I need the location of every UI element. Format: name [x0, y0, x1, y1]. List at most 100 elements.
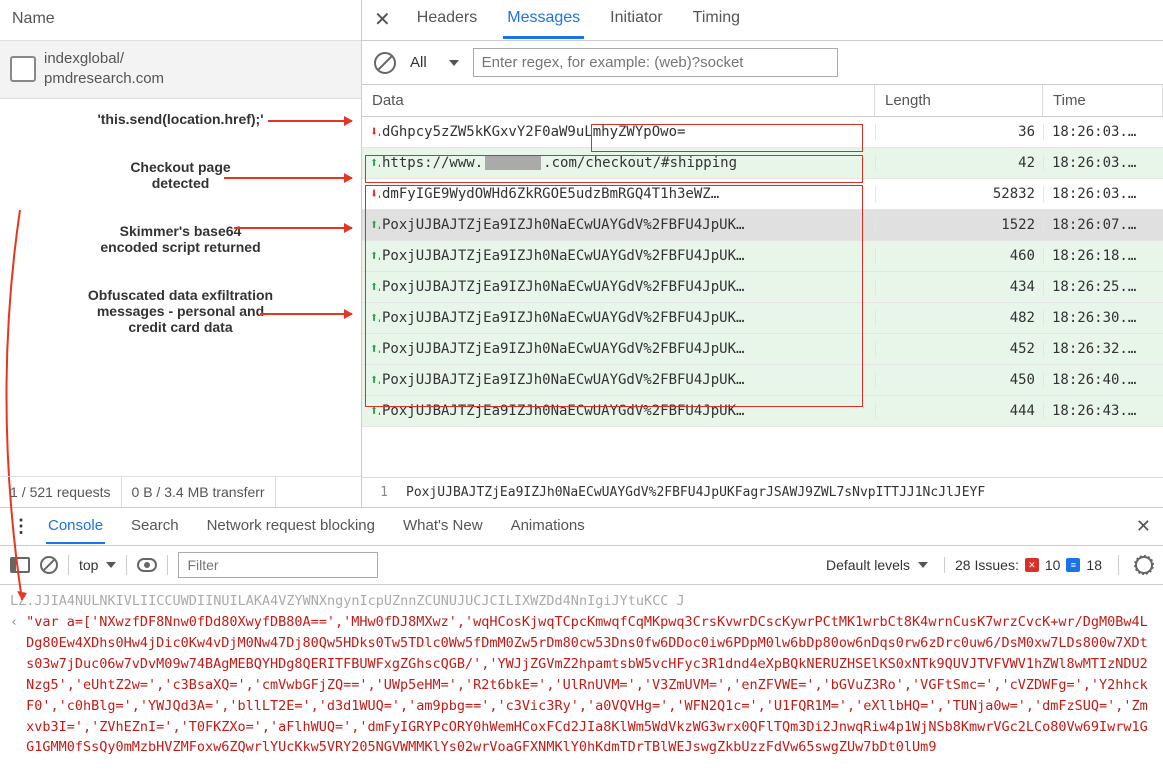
tab-console[interactable]: Console	[46, 517, 105, 544]
message-detail: 1 PoxjUJBAJTZjEa9IZJh0NaECwUAYGdV%2FBFU4…	[362, 477, 1163, 507]
sidebar-toggle-icon[interactable]	[10, 557, 30, 573]
message-time: 18:26:03.…	[1043, 186, 1163, 202]
message-row[interactable]: ⬆https://www..com/checkout/#shipping4218…	[362, 148, 1163, 179]
issues-counter[interactable]: 28 Issues: ✕10 ≡18	[944, 557, 1102, 573]
message-data: https://www..com/checkout/#shipping	[380, 155, 875, 171]
tab-whats-new[interactable]: What's New	[401, 517, 485, 544]
message-length: 460	[875, 248, 1043, 264]
caret-icon: ‹	[10, 612, 18, 758]
annotation-overlay: 'this.send(location.href);' Checkout pag…	[0, 99, 361, 367]
message-time: 18:26:32.…	[1043, 341, 1163, 357]
drawer-close-icon[interactable]: ✕	[1136, 516, 1151, 537]
tab-timing[interactable]: Timing	[689, 9, 744, 39]
message-data: PoxjUJBAJTZjEa9IZJh0NaECwUAYGdV%2FBFU4Jp…	[380, 310, 875, 326]
error-badge-icon: ✕	[1025, 558, 1039, 572]
table-header: Data Length Time	[362, 85, 1163, 117]
arrow-up-icon: ⬆	[362, 217, 380, 233]
kebab-icon[interactable]: ⋮	[12, 516, 28, 537]
message-row[interactable]: ⬆PoxjUJBAJTZjEa9IZJh0NaECwUAYGdV%2FBFU4J…	[362, 241, 1163, 272]
col-data[interactable]: Data	[362, 85, 875, 116]
message-time: 18:26:07.…	[1043, 217, 1163, 233]
chevron-down-icon	[918, 562, 928, 568]
messages-table: Data Length Time ⬇dGhpcy5zZW5kKGxvY2F0aW…	[362, 85, 1163, 477]
console-line-faint: LZ.JJIA4NULNKIVLIICCUWDIINUILAKA4VZYWNXn…	[10, 591, 1153, 612]
gear-icon[interactable]	[1135, 556, 1153, 574]
message-time: 18:26:03.…	[1043, 124, 1163, 140]
message-length: 42	[875, 155, 1043, 171]
message-data: PoxjUJBAJTZjEa9IZJh0NaECwUAYGdV%2FBFU4Jp…	[380, 279, 875, 295]
message-row[interactable]: ⬇dGhpcy5zZW5kKGxvY2F0aW9uLmhyZWYpOwo=361…	[362, 117, 1163, 148]
filter-toolbar: All	[362, 41, 1163, 85]
console-output[interactable]: LZ.JJIA4NULNKIVLIICCUWDIINUILAKA4VZYWNXn…	[0, 585, 1163, 764]
col-time[interactable]: Time	[1043, 85, 1163, 116]
tab-messages[interactable]: Messages	[503, 9, 584, 39]
tab-search[interactable]: Search	[129, 517, 181, 544]
regex-input[interactable]	[473, 48, 838, 77]
message-data: PoxjUJBAJTZjEa9IZJh0NaECwUAYGdV%2FBFU4Jp…	[380, 248, 875, 264]
arrow-up-icon: ⬆	[362, 372, 380, 388]
message-time: 18:26:18.…	[1043, 248, 1163, 264]
message-row[interactable]: ⬆PoxjUJBAJTZjEa9IZJh0NaECwUAYGdV%2FBFU4J…	[362, 334, 1163, 365]
request-label: indexglobal/ pmdresearch.com	[44, 49, 164, 90]
annotation-checkout: Checkout pagedetected	[10, 159, 351, 191]
tab-network-blocking[interactable]: Network request blocking	[205, 517, 377, 544]
live-expression-icon[interactable]	[137, 558, 157, 572]
message-row[interactable]: ⬆PoxjUJBAJTZjEa9IZJh0NaECwUAYGdV%2FBFU4J…	[362, 303, 1163, 334]
log-levels-selector[interactable]: Default levels	[826, 557, 928, 573]
context-selector[interactable]: top	[79, 557, 116, 573]
message-time: 18:26:03.…	[1043, 155, 1163, 171]
request-icon	[10, 56, 36, 82]
message-length: 52832	[875, 186, 1043, 202]
tab-animations[interactable]: Animations	[509, 517, 587, 544]
message-data: PoxjUJBAJTZjEa9IZJh0NaECwUAYGdV%2FBFU4Jp…	[380, 341, 875, 357]
console-code: "var a=['NXwzfDF8Nnw0fDd80XwyfDB80A==','…	[26, 612, 1153, 758]
clear-icon[interactable]	[374, 52, 396, 74]
info-badge-icon: ≡	[1066, 558, 1080, 572]
message-row[interactable]: ⬇dmFyIGE9WydOWHd6ZkRGOE5udzBmRGQ4T1h3eWZ…	[362, 179, 1163, 210]
direction-filter[interactable]: All	[404, 52, 465, 73]
message-row[interactable]: ⬆PoxjUJBAJTZjEa9IZJh0NaECwUAYGdV%2FBFU4J…	[362, 365, 1163, 396]
message-time: 18:26:25.…	[1043, 279, 1163, 295]
tab-initiator[interactable]: Initiator	[606, 9, 666, 39]
table-body: ⬇dGhpcy5zZW5kKGxvY2F0aW9uLmhyZWYpOwo=361…	[362, 117, 1163, 427]
arrow-up-icon: ⬆	[362, 248, 380, 264]
message-row[interactable]: ⬆PoxjUJBAJTZjEa9IZJh0NaECwUAYGdV%2FBFU4J…	[362, 210, 1163, 241]
col-length[interactable]: Length	[875, 85, 1043, 116]
request-count: 1/ 521 requests	[0, 477, 122, 507]
message-length: 36	[875, 124, 1043, 140]
drawer-tabs: ⋮ Console Search Network request blockin…	[0, 508, 1163, 546]
arrow-up-icon: ⬆	[362, 310, 380, 326]
console-toolbar: top Default levels 28 Issues: ✕10 ≡18	[0, 546, 1163, 585]
annotation-send-href: 'this.send(location.href);'	[10, 111, 351, 127]
message-data: dGhpcy5zZW5kKGxvY2F0aW9uLmhyZWYpOwo=	[380, 124, 875, 140]
clear-console-icon[interactable]	[40, 556, 58, 574]
console-filter-input[interactable]	[178, 552, 378, 578]
message-time: 18:26:40.…	[1043, 372, 1163, 388]
requests-footer: 1/ 521 requests 0 B / 3.4 MB transferr	[0, 476, 361, 507]
messages-panel: ✕ Headers Messages Initiator Timing All …	[362, 0, 1163, 507]
tab-headers[interactable]: Headers	[413, 9, 481, 39]
annotation-exfil: Obfuscated data exfiltrationmessages - p…	[10, 287, 351, 335]
detail-text: PoxjUJBAJTZjEa9IZJh0NaECwUAYGdV%2FBFU4Jp…	[406, 485, 1151, 500]
requests-panel: Name indexglobal/ pmdresearch.com 'this.…	[0, 0, 362, 507]
annotation-base64: Skimmer's base64encoded script returned	[10, 223, 351, 255]
message-length: 450	[875, 372, 1043, 388]
message-length: 1522	[875, 217, 1043, 233]
message-data: PoxjUJBAJTZjEa9IZJh0NaECwUAYGdV%2FBFU4Jp…	[380, 217, 875, 233]
message-length: 434	[875, 279, 1043, 295]
arrow-down-icon: ⬇	[362, 186, 380, 202]
message-time: 18:26:30.…	[1043, 310, 1163, 326]
detail-tabs: ✕ Headers Messages Initiator Timing	[362, 0, 1163, 41]
arrow-up-icon: ⬆	[362, 279, 380, 295]
message-row[interactable]: ⬆PoxjUJBAJTZjEa9IZJh0NaECwUAYGdV%2FBFU4J…	[362, 396, 1163, 427]
chevron-down-icon	[106, 562, 116, 568]
message-data: dmFyIGE9WydOWHd6ZkRGOE5udzBmRGQ4T1h3eWZ…	[380, 186, 875, 202]
message-row[interactable]: ⬆PoxjUJBAJTZjEa9IZJh0NaECwUAYGdV%2FBFU4J…	[362, 272, 1163, 303]
close-icon[interactable]: ✕	[374, 7, 391, 40]
arrow-up-icon: ⬆	[362, 403, 380, 419]
name-column-header: Name	[0, 0, 361, 41]
chevron-down-icon	[449, 60, 459, 66]
message-data: PoxjUJBAJTZjEa9IZJh0NaECwUAYGdV%2FBFU4Jp…	[380, 372, 875, 388]
message-length: 452	[875, 341, 1043, 357]
request-row[interactable]: indexglobal/ pmdresearch.com	[0, 41, 361, 99]
